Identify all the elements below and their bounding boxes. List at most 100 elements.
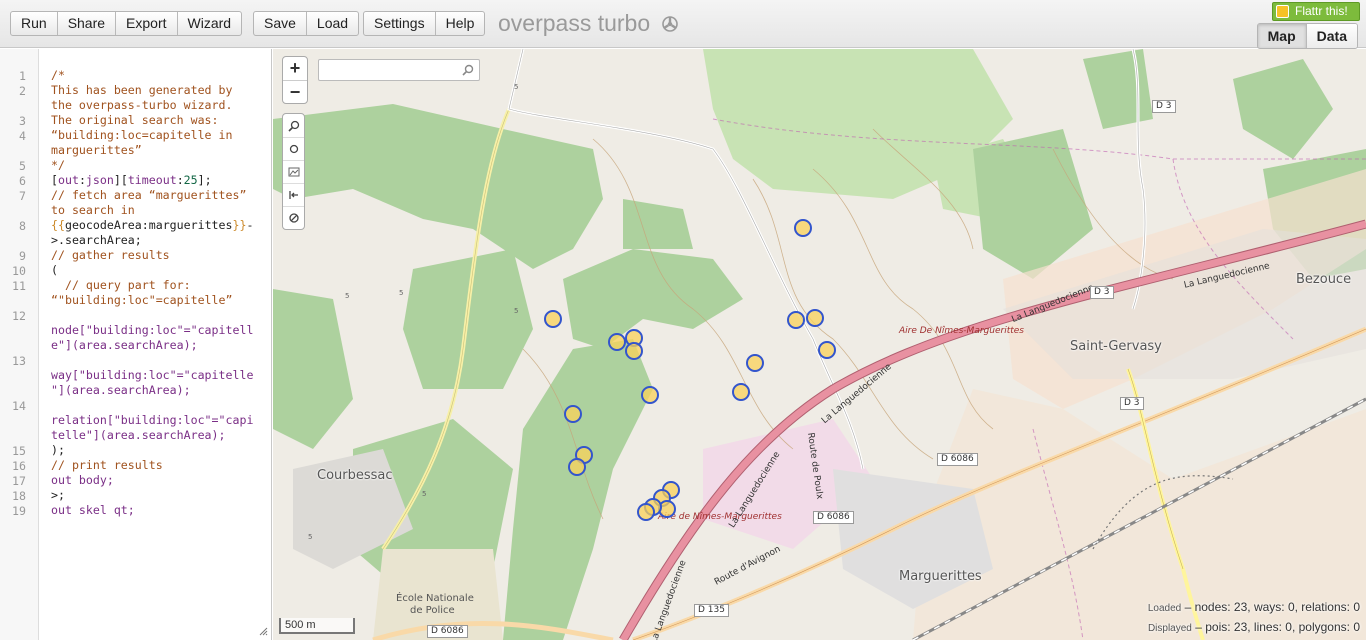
flattr-icon [1276,5,1289,18]
zoom-in-button[interactable]: + [283,57,307,80]
poi-marker[interactable] [818,341,836,359]
poi-marker[interactable] [568,458,586,476]
code-line: the overpass-turbo wizard. [51,98,233,112]
code-line: >; [51,488,65,502]
displayed-stats: Displayed – pois: 23, lines: 0, polygons… [1148,618,1360,638]
line-number: 14 [12,399,26,413]
loaded-value: – nodes: 23, ways: 0, relations: 0 [1184,600,1360,614]
code-line: way["building:loc"="capitelle [51,368,254,382]
code-line: */ [51,158,65,172]
poi-marker[interactable] [641,386,659,404]
code-line: The original search was: [51,113,219,127]
road-shield: D 135 [694,604,729,617]
loaded-label: Loaded [1147,603,1182,614]
poi-marker[interactable] [625,342,643,360]
panel-icon [288,191,298,199]
clear-icon [288,213,299,223]
info-button-group: Settings Help [363,11,486,36]
save-button[interactable]: Save [254,12,306,35]
search-icon[interactable] [462,64,474,76]
code-text[interactable]: /* This has been generated by the overpa… [51,68,263,518]
share-button[interactable]: Share [56,12,115,35]
resize-handle-icon[interactable] [258,626,268,636]
poi-marker[interactable] [732,383,750,401]
flattr-button[interactable]: Flattr this! [1272,2,1360,21]
toolbar: Run Share Export Wizard Save Load Settin… [0,0,1366,49]
clear-button[interactable] [283,206,304,229]
road-shield: D 6086 [427,625,468,638]
line-number: 16 [12,459,26,473]
line-number: 15 [12,444,26,458]
trail-number: 5 [399,289,404,297]
code-line: [out:json][timeout:25]; [51,173,212,187]
export-button[interactable]: Export [115,12,176,35]
service-area-label: Aire De Nîmes-Marguerittes [899,326,1024,336]
forest-area [273,289,353,449]
load-button[interactable]: Load [305,12,358,35]
road-shield: D 6086 [937,453,978,466]
help-button[interactable]: Help [434,12,485,35]
code-line: >.searchArea; [51,233,142,247]
poi-marker[interactable] [637,503,655,521]
run-button[interactable]: Run [11,12,57,35]
poi-marker[interactable] [564,405,582,423]
road-shield: D 6086 [813,511,854,524]
code-line: This has been generated by [51,83,233,97]
map-tools [282,113,305,230]
line-number: 18 [12,489,26,503]
code-line: to search in [51,203,135,217]
line-number: 6 [19,174,26,188]
app-title: overpass turbo [498,10,651,36]
zoom-to-data-button[interactable] [283,114,304,137]
code-line: “"building:loc"=capitelle” [51,293,233,307]
wizard-button[interactable]: Wizard [176,12,242,35]
loaded-stats: Loaded – nodes: 23, ways: 0, relations: … [1148,598,1360,618]
code-line: /* [51,68,65,82]
tab-data[interactable]: Data [1305,24,1357,48]
code-line: ( [51,263,58,277]
code-line: “building:loc=capitelle in [51,128,233,142]
road-shield: D 3 [1120,397,1144,410]
zoom-out-button[interactable]: − [283,80,307,103]
toggle-data-icon [288,167,299,177]
forest-area [1233,59,1333,159]
code-line: "](area.searchArea); [51,383,191,397]
poi-marker[interactable] [794,219,812,237]
tab-map[interactable]: Map [1257,24,1306,48]
code-line: // fetch area “marguerittes” [51,188,247,202]
map-search-input[interactable] [318,59,480,81]
code-line: // query part for: [51,278,191,292]
settings-button[interactable]: Settings [364,12,435,35]
line-number: 10 [12,264,26,278]
line-number: 2 [19,84,26,98]
map-view[interactable]: Courbessac Saint-Gervasy Bezouce Marguer… [273,49,1366,640]
line-number: 19 [12,504,26,518]
poi-marker[interactable] [787,311,805,329]
code-line: out skel qt; [51,503,135,517]
panel-button[interactable] [283,183,304,206]
line-number: 3 [19,114,26,128]
line-number: 1 [19,69,26,83]
displayed-label: Displayed [1147,623,1192,634]
line-number: 13 [12,354,26,368]
place-label-marguerittes: Marguerittes [899,569,982,584]
code-line: out body; [51,473,114,487]
scale-bar: 500 m [279,618,355,634]
locate-button[interactable] [283,137,304,160]
poi-marker[interactable] [806,309,824,327]
code-line: telle"](area.searchArea); [51,428,226,442]
line-number: 4 [19,129,26,143]
line-number: 8 [19,219,26,233]
poi-marker[interactable] [544,310,562,328]
logo-icon [662,16,678,32]
poi-marker[interactable] [746,354,764,372]
place-label-bezouce: Bezouce [1296,272,1352,287]
poi-marker[interactable] [608,333,626,351]
flattr-label: Flattr this! [1295,4,1348,18]
line-number-gutter: 1 2 3 4 5 6 7 8 9 10 11 12 13 14 15 16 1… [0,49,39,640]
code-line: {{geocodeArea:marguerittes}}- [51,218,254,232]
code-line: marguerittes” [51,143,142,157]
query-editor[interactable]: 1 2 3 4 5 6 7 8 9 10 11 12 13 14 15 16 1… [0,49,272,640]
zoom-control: + − [282,56,308,104]
toggle-data-button[interactable] [283,160,304,183]
